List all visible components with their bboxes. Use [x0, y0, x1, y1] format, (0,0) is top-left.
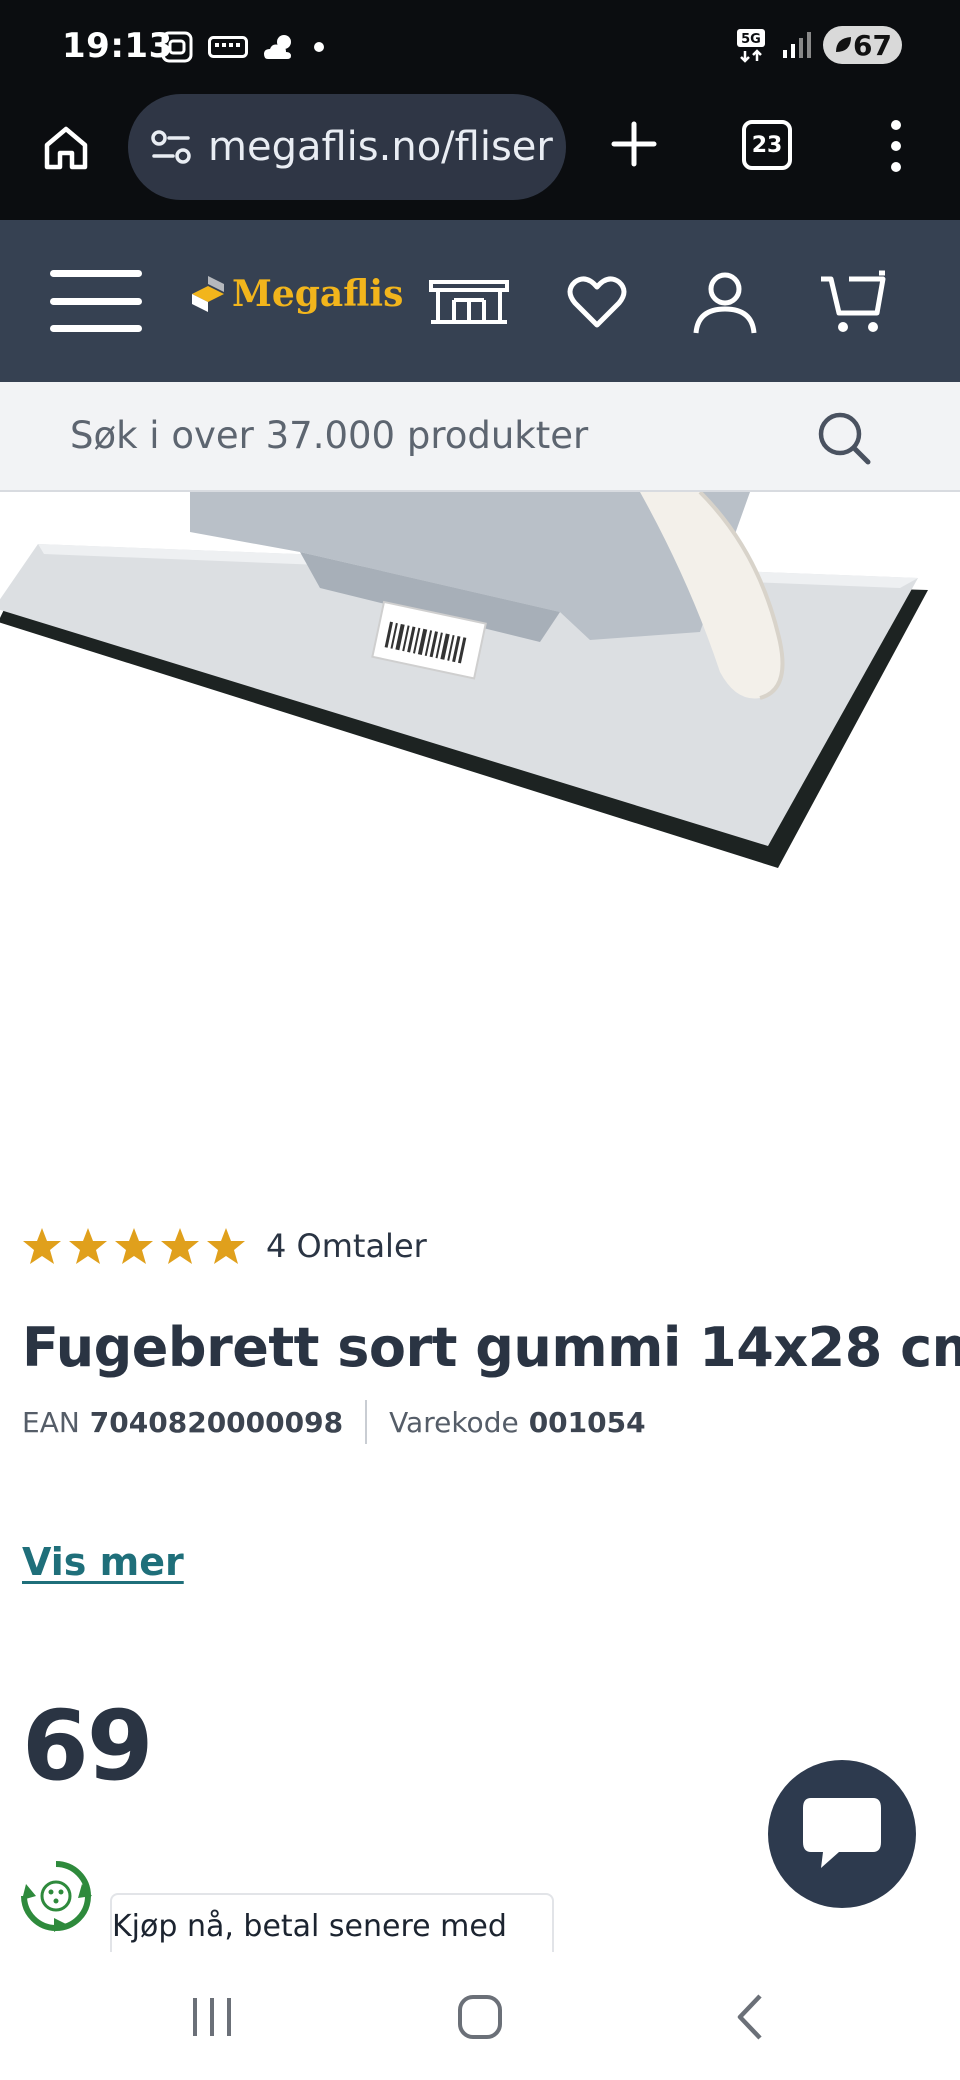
new-tab-button[interactable]: [604, 114, 664, 174]
grout-float-illustration: [0, 492, 928, 868]
status-bar: 19:13 5G 67: [0, 0, 960, 92]
status-system-icons: 5G 67: [735, 26, 902, 64]
screenshot-icon: [161, 31, 193, 63]
battery-indicator: 67: [823, 26, 902, 64]
cart-icon[interactable]: [812, 264, 894, 340]
search-bar[interactable]: Søk i over 37.000 produkter: [0, 382, 960, 492]
svg-text:5G: 5G: [741, 32, 761, 47]
battery-saver-icon: [836, 37, 852, 52]
search-icon[interactable]: [814, 408, 874, 468]
review-count[interactable]: 4 Omtaler: [266, 1227, 427, 1265]
tab-count: 23: [751, 132, 783, 158]
ean-label: EAN: [22, 1405, 80, 1439]
tabs-button[interactable]: 23: [742, 120, 792, 170]
store-icon[interactable]: [428, 264, 510, 340]
recycle-icon: [21, 1861, 92, 1932]
signal-icon: [783, 32, 812, 58]
status-time: 19:13: [62, 26, 173, 66]
ean-value: 7040820000098: [89, 1405, 344, 1439]
back-icon[interactable]: [710, 1982, 790, 2052]
status-notification-icons: [160, 30, 326, 64]
system-nav-bar: [0, 1952, 960, 2080]
home-icon: [44, 126, 88, 170]
chat-icon: [803, 1798, 881, 1868]
logo-text: Megaflis: [232, 273, 404, 315]
site-settings-icon[interactable]: [150, 128, 192, 166]
product-meta: EAN 7040820000098 Varekode 001054: [22, 1400, 646, 1444]
hamburger-icon[interactable]: [50, 270, 142, 332]
star-icon: [69, 1228, 107, 1264]
star-icon: [161, 1228, 199, 1264]
battery-level: 67: [853, 28, 892, 62]
more-vert-icon[interactable]: [876, 114, 916, 178]
weather-icon: [264, 35, 291, 59]
megaflis-logo[interactable]: Megaflis: [188, 272, 403, 316]
product-price: 69: [22, 1690, 154, 1802]
show-more-link[interactable]: Vis mer: [22, 1540, 184, 1584]
meta-divider: [365, 1400, 368, 1444]
star-icon: [115, 1228, 153, 1264]
dot-icon: [314, 42, 324, 52]
url-text: megaflis.no/fliser: [208, 124, 553, 170]
heart-icon[interactable]: [556, 264, 638, 340]
star-icon: [23, 1228, 61, 1264]
search-input[interactable]: Søk i over 37.000 produkter: [70, 414, 588, 457]
network-5g-icon: 5G: [737, 29, 766, 63]
site-header: Megaflis: [0, 220, 960, 382]
keyboard-icon: [208, 36, 248, 58]
plus-icon: [611, 121, 657, 167]
item-code-value: 001054: [528, 1405, 646, 1439]
star-icon: [207, 1228, 245, 1264]
browser-home-button[interactable]: [36, 118, 96, 178]
home-nav-icon[interactable]: [440, 1982, 520, 2052]
product-rating[interactable]: 4 Omtaler: [22, 1226, 427, 1266]
recents-icon[interactable]: [172, 1982, 252, 2052]
item-code-label: Varekode: [389, 1405, 519, 1439]
product-title: Fugebrett sort gummi 14x28 cm: [22, 1316, 960, 1379]
bnpl-banner[interactable]: Kjøp nå, betal senere med: [110, 1893, 554, 1953]
address-bar[interactable]: megaflis.no/fliser: [128, 94, 566, 200]
user-icon[interactable]: [684, 264, 766, 340]
browser-toolbar: megaflis.no/fliser 23: [0, 92, 960, 220]
product-image[interactable]: [0, 492, 960, 1182]
logo-mark-icon: [192, 276, 224, 312]
bnpl-text: Kjøp nå, betal senere med: [112, 1909, 507, 1944]
chat-button[interactable]: [768, 1760, 916, 1908]
